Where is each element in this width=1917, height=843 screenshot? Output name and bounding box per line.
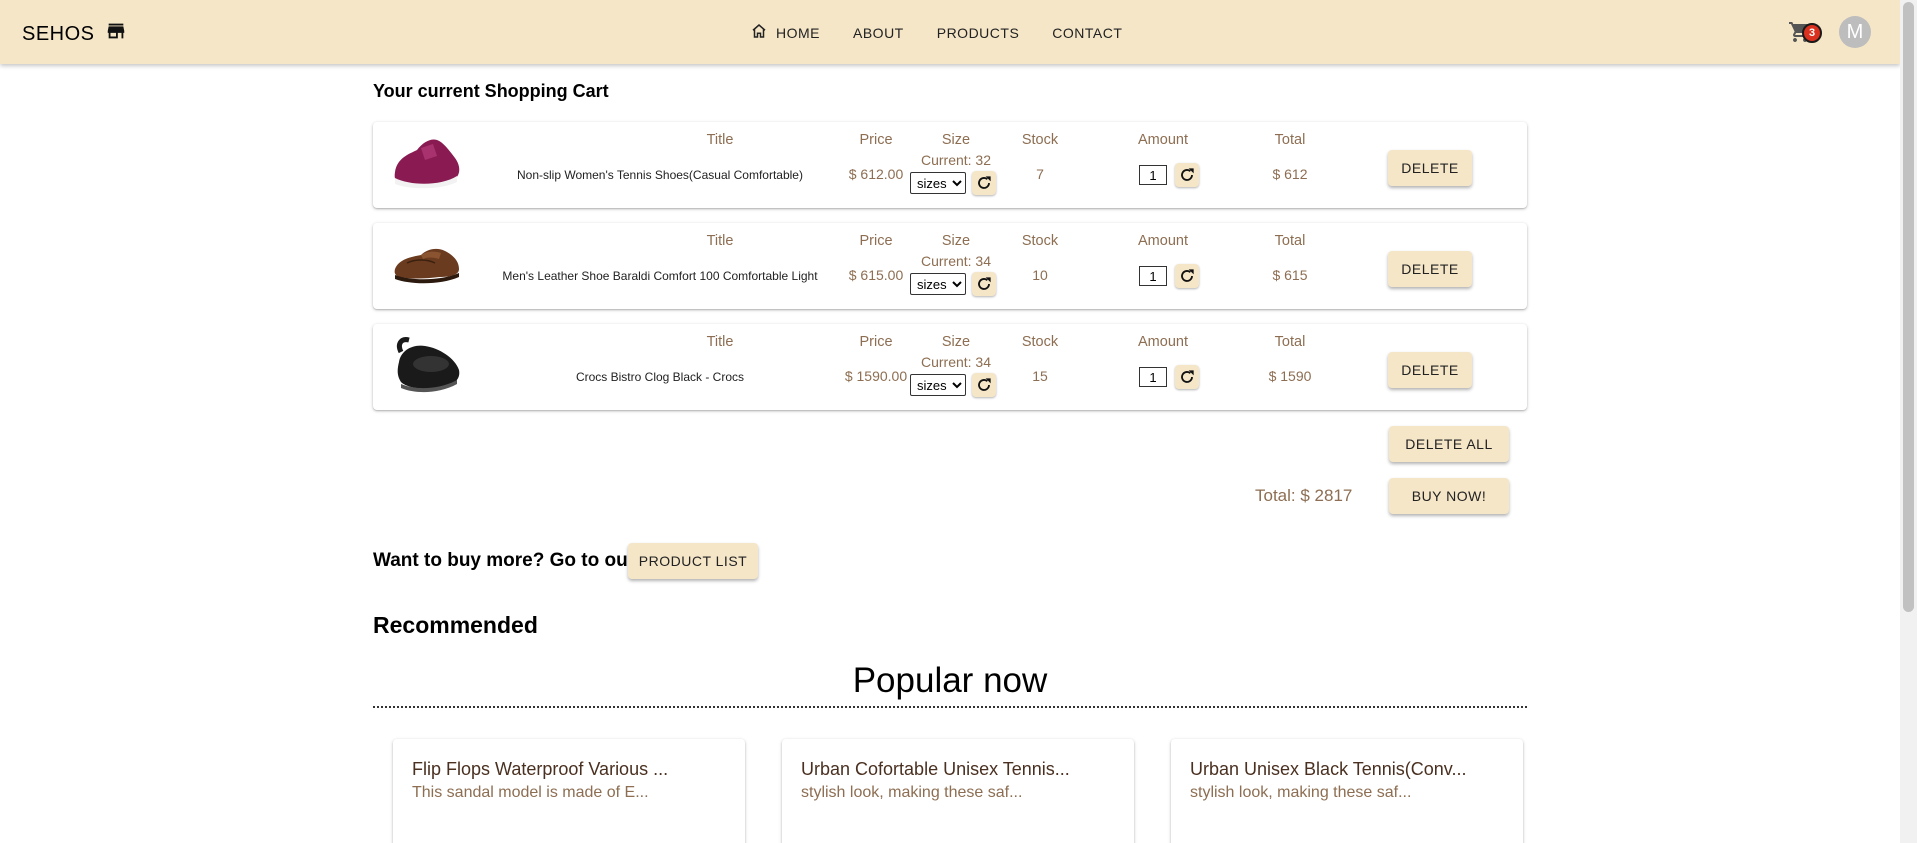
- grand-total: Total: $ 2817: [1255, 486, 1353, 505]
- nav-about[interactable]: ABOUT: [853, 25, 904, 41]
- popular-now-title: Popular now: [852, 661, 1048, 700]
- amount-input[interactable]: [1139, 266, 1167, 286]
- product-image: [394, 248, 459, 284]
- app-bar: SEHOS HOME ABOUT PRODUCTS CONTACT 3 M: [0, 0, 1900, 64]
- card-description: stylish look, making these saf...: [801, 784, 1023, 801]
- amount-refresh-button[interactable]: [1175, 163, 1199, 187]
- item-total: $ 612: [1272, 166, 1308, 182]
- nav-home-label: HOME: [776, 24, 820, 41]
- cart-title: Your current Shopping Cart: [373, 81, 609, 101]
- size-current: Current: 32: [920, 152, 992, 168]
- stock-header: Stock: [1021, 132, 1059, 148]
- amount-header: Amount: [1138, 132, 1188, 148]
- cart-button[interactable]: 3: [1786, 20, 1822, 44]
- nav-contact-label: CONTACT: [1052, 24, 1123, 41]
- size-refresh-button[interactable]: [972, 171, 996, 195]
- product-price: $ 1590.00: [844, 368, 908, 384]
- amount-input[interactable]: [1139, 165, 1167, 185]
- buy-more-text: Want to buy more? Go to our: [373, 550, 636, 571]
- buy-now-button[interactable]: BUY NOW!: [1389, 478, 1509, 514]
- amount-refresh-button[interactable]: [1175, 264, 1199, 288]
- stock-header: Stock: [1021, 334, 1059, 350]
- refresh-icon: [978, 176, 991, 189]
- cart-item-row: Title Men's Leather Shoe Baraldi Comfort…: [373, 223, 1527, 309]
- refresh-icon: [1181, 370, 1194, 383]
- price-header: Price: [859, 233, 893, 249]
- size-select[interactable]: sizes: [910, 172, 966, 194]
- delete-button[interactable]: DELETE: [1388, 251, 1472, 287]
- home-icon: [750, 22, 768, 43]
- size-current: Current: 34: [920, 253, 992, 269]
- recommended-title: Recommended: [373, 612, 538, 638]
- product-price: $ 612.00: [848, 166, 904, 182]
- cart-item-row: Title Crocs Bistro Clog Black - Crocs Pr…: [373, 324, 1527, 410]
- product-stock: 7: [1036, 166, 1044, 182]
- product-image: [396, 337, 460, 393]
- refresh-icon: [978, 378, 991, 391]
- nav-products-label: PRODUCTS: [936, 24, 1020, 41]
- product-title: Non-slip Women's Tennis Shoes(Casual Com…: [517, 168, 803, 182]
- amount-header: Amount: [1138, 233, 1188, 249]
- delete-all-button[interactable]: DELETE ALL: [1389, 426, 1509, 462]
- scrollbar-thumb[interactable]: [1903, 2, 1914, 612]
- price-header: Price: [859, 132, 893, 148]
- nav-home[interactable]: HOME: [750, 22, 820, 43]
- product-card[interactable]: Flip Flops Waterproof Various ... This s…: [393, 739, 745, 843]
- amount-input[interactable]: [1139, 367, 1167, 387]
- product-card[interactable]: Urban Cofortable Unisex Tennis... stylis…: [782, 739, 1134, 843]
- refresh-icon: [1181, 168, 1194, 181]
- size-select[interactable]: sizes: [910, 273, 966, 295]
- product-list-button[interactable]: PRODUCT LIST: [628, 543, 758, 579]
- refresh-icon: [1181, 269, 1194, 282]
- nav-contact[interactable]: CONTACT: [1052, 25, 1122, 41]
- nav-about-label: ABOUT: [853, 24, 904, 41]
- product-stock: 10: [1032, 267, 1048, 283]
- item-total: $ 615: [1272, 267, 1308, 283]
- item-total: $ 1590: [1268, 368, 1312, 384]
- size-header: Size: [941, 233, 971, 249]
- popular-divider: [373, 706, 1527, 708]
- product-card[interactable]: Urban Unisex Black Tennis(Conv... stylis…: [1171, 739, 1523, 843]
- user-avatar[interactable]: M: [1839, 16, 1871, 48]
- card-title: Flip Flops Waterproof Various ...: [412, 759, 669, 779]
- page-scrollbar[interactable]: [1900, 0, 1917, 843]
- size-header: Size: [941, 334, 971, 350]
- size-header: Size: [941, 132, 971, 148]
- total-header: Total: [1274, 132, 1306, 148]
- delete-button[interactable]: DELETE: [1388, 352, 1472, 388]
- amount-header: Amount: [1138, 334, 1188, 350]
- card-description: This sandal model is made of E...: [412, 784, 649, 801]
- amount-refresh-button[interactable]: [1175, 365, 1199, 389]
- refresh-icon: [978, 277, 991, 290]
- product-title: Men's Leather Shoe Baraldi Comfort 100 C…: [502, 269, 818, 283]
- card-title: Urban Unisex Black Tennis(Conv...: [1190, 759, 1467, 779]
- size-refresh-button[interactable]: [972, 373, 996, 397]
- product-price: $ 615.00: [848, 267, 904, 283]
- size-select[interactable]: sizes: [910, 374, 966, 396]
- cart-item-row: Title Non-slip Women's Tennis Shoes(Casu…: [373, 122, 1527, 208]
- total-header: Total: [1274, 334, 1306, 350]
- brand-logo[interactable]: SEHOS: [22, 20, 127, 48]
- price-header: Price: [859, 334, 893, 350]
- total-header: Total: [1274, 233, 1306, 249]
- product-stock: 15: [1032, 368, 1048, 384]
- product-image: [394, 139, 460, 189]
- brand-name: SEHOS: [22, 22, 95, 45]
- stock-header: Stock: [1021, 233, 1059, 249]
- card-title: Urban Cofortable Unisex Tennis...: [801, 759, 1070, 779]
- product-title: Crocs Bistro Clog Black - Crocs: [575, 370, 745, 384]
- size-refresh-button[interactable]: [972, 272, 996, 296]
- nav-products[interactable]: PRODUCTS: [937, 25, 1020, 41]
- cart-count-badge: 3: [1802, 23, 1822, 43]
- delete-button[interactable]: DELETE: [1388, 150, 1472, 186]
- main-nav: HOME ABOUT PRODUCTS CONTACT: [750, 22, 1155, 43]
- size-current: Current: 34: [920, 354, 992, 370]
- store-icon: [105, 20, 127, 48]
- card-description: stylish look, making these saf...: [1190, 784, 1412, 801]
